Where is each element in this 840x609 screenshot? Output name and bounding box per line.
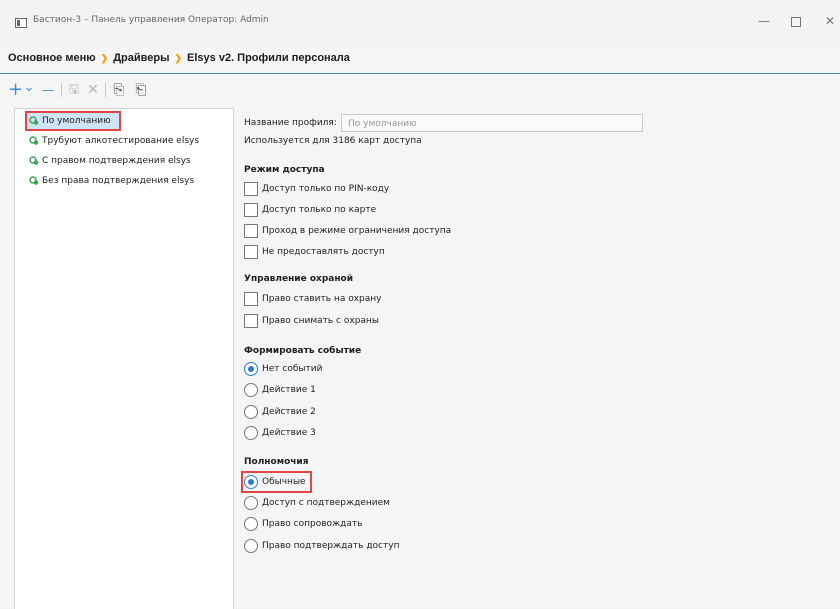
usage-text: Используется для 3186 карт доступа — [244, 136, 422, 146]
tree-item-label: С правом подтверждения elsys — [42, 156, 191, 166]
radio-button[interactable] — [244, 404, 258, 419]
checkbox-disarm[interactable]: Право снимать с охраны — [244, 313, 379, 329]
header-divider — [0, 73, 840, 74]
radio-access-with-confirm[interactable]: Доступ с подтверждением — [244, 495, 390, 511]
checkbox-arm[interactable]: Право ставить на охрану — [244, 291, 381, 307]
tree-item-label: По умолчанию — [42, 116, 111, 126]
breadcrumb: Основное меню ❯ Драйверы ❯ Elsys v2. Профили… — [8, 52, 350, 64]
checkbox[interactable] — [244, 202, 258, 217]
tree-item-default[interactable]: По умолчанию — [25, 111, 121, 131]
profile-name-label: Название профиля: — [244, 118, 337, 128]
checkbox[interactable] — [244, 223, 258, 238]
remove-button[interactable]: — — [41, 80, 55, 100]
checkbox-deny-access[interactable]: Не предоставлять доступ — [244, 244, 385, 260]
delete-button[interactable]: ✕ — [86, 80, 100, 100]
checkbox-card-only[interactable]: Доступ только по карте — [244, 202, 376, 218]
copy-button[interactable]: ⎘ — [111, 80, 127, 100]
checkbox-label: Право ставить на охрану — [262, 294, 382, 304]
security-title: Управление охраной — [244, 274, 354, 284]
checkbox-pin-only[interactable]: Доступ только по PIN-коду — [244, 181, 389, 197]
profile-name-row: Название профиля: По умолчанию — [244, 114, 643, 132]
toolbar-separator — [61, 83, 62, 97]
tree-item-with-confirm[interactable]: С правом подтверждения elsys — [29, 153, 191, 169]
breadcrumb-item-main-menu[interactable]: Основное меню — [8, 52, 96, 64]
radio-button[interactable] — [244, 474, 258, 489]
checkbox-label: Доступ только по PIN-коду — [262, 184, 390, 194]
radio-label: Действие 3 — [262, 428, 316, 438]
add-button[interactable]: + — [8, 80, 23, 100]
radio-button[interactable] — [244, 425, 258, 440]
profile-icon — [29, 135, 39, 145]
profile-icon — [29, 115, 39, 125]
maximize-icon — [791, 16, 801, 27]
minimize-button[interactable]: — — [750, 11, 778, 31]
event-title: Формировать событие — [244, 346, 362, 356]
radio-confirm-access-right[interactable]: Право подтверждать доступ — [244, 538, 399, 554]
tree-item-label: Трубуют алкотестирование elsys — [42, 136, 200, 146]
radio-escort-right[interactable]: Право сопровождать — [244, 516, 362, 532]
toolbar-separator — [105, 83, 106, 97]
checkbox[interactable] — [244, 181, 258, 196]
radio-label: Действие 2 — [262, 407, 316, 417]
radio-action-3[interactable]: Действие 3 — [244, 425, 316, 441]
radio-action-1[interactable]: Действие 1 — [244, 382, 316, 398]
maximize-button[interactable] — [782, 11, 810, 31]
save-button[interactable]: 🖫 — [67, 80, 81, 100]
access-mode-title: Режим доступа — [244, 165, 325, 175]
profile-name-input[interactable]: По умолчанию — [341, 114, 643, 132]
radio-button[interactable] — [244, 495, 258, 510]
app-window-icon — [15, 18, 27, 28]
add-dropdown-button[interactable]: ⌄ — [23, 78, 35, 98]
checkbox[interactable] — [244, 244, 258, 259]
paste-button[interactable]: ⎗ — [133, 80, 149, 100]
tree-item-label: Без права подтверждения elsys — [42, 176, 195, 186]
radio-label: Доступ с подтверждением — [262, 498, 390, 508]
radio-label: Действие 1 — [262, 385, 316, 395]
authority-title: Полномочия — [244, 457, 309, 467]
chevron-right-icon: ❯ — [174, 53, 183, 63]
checkbox-label: Проход в режиме ограничения доступа — [262, 226, 452, 236]
radio-button[interactable] — [244, 516, 258, 531]
app-window: Бастион-3 – Панель управления Оператор: … — [0, 0, 840, 609]
checkbox-label: Доступ только по карте — [262, 205, 377, 215]
checkbox-label: Не предоставлять доступ — [262, 247, 385, 257]
close-button[interactable]: ✕ — [816, 11, 840, 31]
title-bar: Бастион-3 – Панель управления Оператор: … — [0, 0, 840, 42]
checkbox[interactable] — [244, 313, 258, 328]
checkbox[interactable] — [244, 291, 258, 306]
chevron-right-icon: ❯ — [100, 53, 109, 63]
radio-label: Обычные — [262, 477, 306, 487]
radio-label: Право подтверждать доступ — [262, 541, 400, 551]
tree-item-without-confirm[interactable]: Без права подтверждения elsys — [29, 173, 194, 189]
profile-icon — [29, 155, 39, 165]
checkbox-restricted-mode[interactable]: Проход в режиме ограничения доступа — [244, 223, 451, 239]
checkbox-label: Право снимать с охраны — [262, 316, 379, 326]
profile-icon — [29, 175, 39, 185]
radio-button[interactable] — [244, 361, 258, 376]
window-title: Бастион-3 – Панель управления Оператор: … — [33, 15, 269, 25]
radio-label: Право сопровождать — [262, 519, 363, 529]
breadcrumb-item-drivers[interactable]: Драйверы — [113, 52, 169, 64]
tree-item-alcotest[interactable]: Трубуют алкотестирование elsys — [29, 133, 199, 149]
radio-label: Нет событий — [262, 364, 323, 374]
breadcrumb-item-current: Elsys v2. Профили персонала — [187, 52, 350, 64]
radio-button[interactable] — [244, 382, 258, 397]
radio-ordinary[interactable]: Обычные — [241, 471, 312, 493]
radio-no-events[interactable]: Нет событий — [244, 361, 322, 377]
radio-action-2[interactable]: Действие 2 — [244, 404, 316, 420]
profile-tree: По умолчанию Трубуют алкотестирование el… — [14, 108, 234, 609]
radio-button[interactable] — [244, 538, 258, 553]
